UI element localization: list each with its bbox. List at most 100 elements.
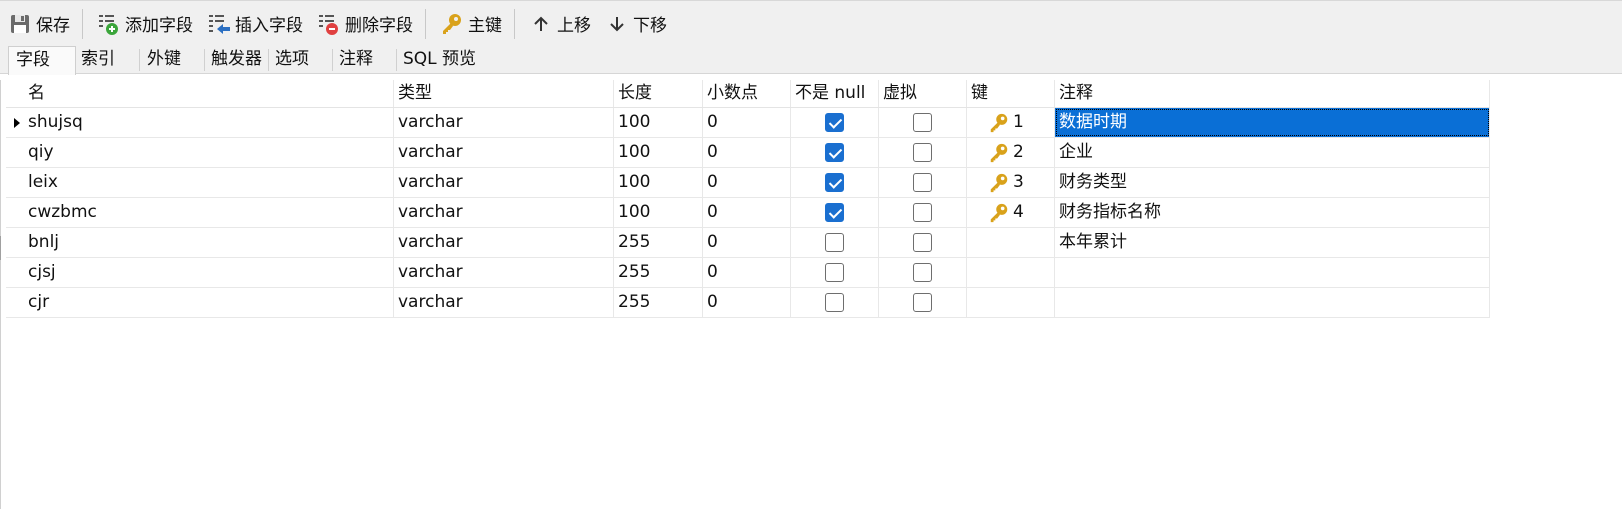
not-null-cell[interactable] — [791, 168, 879, 197]
not-null-cell[interactable] — [791, 258, 879, 287]
header-comment[interactable]: 注释 — [1055, 80, 1490, 107]
table-row[interactable]: qiy varchar 100 0 2 企业 — [6, 138, 1490, 168]
field-decimals-cell[interactable]: 0 — [703, 198, 791, 227]
field-name-cell[interactable]: cjsj — [24, 258, 394, 287]
not-null-checkbox[interactable] — [825, 293, 844, 312]
header-length[interactable]: 长度 — [614, 80, 703, 107]
virtual-checkbox[interactable] — [913, 113, 932, 132]
table-row[interactable]: cjr varchar 255 0 — [6, 288, 1490, 318]
tab-fields[interactable]: 字段 — [8, 46, 76, 75]
add-field-button[interactable]: 添加字段 — [89, 4, 199, 44]
move-down-button[interactable]: 下移 — [597, 4, 673, 44]
field-name-cell[interactable]: cjr — [24, 288, 394, 317]
not-null-checkbox[interactable] — [825, 113, 844, 132]
not-null-checkbox[interactable] — [825, 263, 844, 282]
field-length-cell[interactable]: 100 — [614, 168, 703, 197]
header-decimals[interactable]: 小数点 — [703, 80, 791, 107]
header-virtual[interactable]: 虚拟 — [879, 80, 967, 107]
not-null-checkbox[interactable] — [825, 173, 844, 192]
key-cell[interactable]: 2 — [967, 138, 1055, 167]
key-cell[interactable]: 4 — [967, 198, 1055, 227]
field-decimals-cell[interactable]: 0 — [703, 108, 791, 137]
table-row[interactable]: leix varchar 100 0 3 财务类型 — [6, 168, 1490, 198]
field-name-cell[interactable]: leix — [24, 168, 394, 197]
tab-foreign-keys[interactable]: 外键 — [140, 46, 204, 74]
field-length-cell[interactable]: 100 — [614, 198, 703, 227]
key-cell[interactable] — [967, 288, 1055, 317]
field-name-cell[interactable]: bnlj — [24, 228, 394, 257]
virtual-cell[interactable] — [879, 138, 967, 167]
row-indicator[interactable] — [6, 168, 24, 197]
field-type-cell[interactable]: varchar — [394, 228, 614, 257]
field-comment-cell[interactable] — [1055, 258, 1490, 287]
not-null-checkbox[interactable] — [825, 143, 844, 162]
field-comment-cell[interactable] — [1055, 288, 1490, 317]
tab-sql-preview[interactable]: SQL 预览 — [396, 46, 486, 74]
primary-key-button[interactable]: 主键 — [432, 4, 508, 44]
not-null-cell[interactable] — [791, 228, 879, 257]
header-key[interactable]: 键 — [967, 80, 1055, 107]
field-name-cell[interactable]: shujsq — [24, 108, 394, 137]
key-cell[interactable] — [967, 258, 1055, 287]
field-comment-cell[interactable]: 财务类型 — [1055, 168, 1490, 197]
field-comment-cell[interactable]: 财务指标名称 — [1055, 198, 1490, 227]
tab-options[interactable]: 选项 — [268, 46, 332, 74]
field-length-cell[interactable]: 255 — [614, 228, 703, 257]
key-cell[interactable]: 3 — [967, 168, 1055, 197]
not-null-cell[interactable] — [791, 138, 879, 167]
row-indicator[interactable] — [6, 288, 24, 317]
field-type-cell[interactable]: varchar — [394, 168, 614, 197]
virtual-checkbox[interactable] — [913, 233, 932, 252]
key-cell[interactable]: 1 — [967, 108, 1055, 137]
save-button[interactable]: 保存 — [0, 4, 76, 44]
splitter-handle[interactable] — [0, 236, 1, 260]
tab-triggers[interactable]: 触发器 — [204, 46, 268, 74]
field-type-cell[interactable]: varchar — [394, 258, 614, 287]
key-cell[interactable] — [967, 228, 1055, 257]
field-type-cell[interactable]: varchar — [394, 108, 614, 137]
field-length-cell[interactable]: 255 — [614, 258, 703, 287]
virtual-cell[interactable] — [879, 168, 967, 197]
row-indicator[interactable] — [6, 228, 24, 257]
virtual-checkbox[interactable] — [913, 293, 932, 312]
table-row[interactable]: cwzbmc varchar 100 0 4 财务指标名称 — [6, 198, 1490, 228]
row-indicator[interactable] — [6, 198, 24, 227]
field-type-cell[interactable]: varchar — [394, 138, 614, 167]
field-comment-cell[interactable]: 数据时期 — [1055, 108, 1490, 137]
field-decimals-cell[interactable]: 0 — [703, 168, 791, 197]
not-null-cell[interactable] — [791, 108, 879, 137]
field-decimals-cell[interactable]: 0 — [703, 138, 791, 167]
field-length-cell[interactable]: 100 — [614, 108, 703, 137]
field-decimals-cell[interactable]: 0 — [703, 258, 791, 287]
tab-comment[interactable]: 注释 — [332, 46, 396, 74]
virtual-cell[interactable] — [879, 198, 967, 227]
field-type-cell[interactable]: varchar — [394, 198, 614, 227]
field-comment-cell[interactable]: 企业 — [1055, 138, 1490, 167]
virtual-checkbox[interactable] — [913, 263, 932, 282]
table-row[interactable]: cjsj varchar 255 0 — [6, 258, 1490, 288]
virtual-checkbox[interactable] — [913, 173, 932, 192]
insert-field-button[interactable]: 插入字段 — [199, 4, 309, 44]
field-name-cell[interactable]: qiy — [24, 138, 394, 167]
header-type[interactable]: 类型 — [394, 80, 614, 107]
field-decimals-cell[interactable]: 0 — [703, 228, 791, 257]
virtual-cell[interactable] — [879, 288, 967, 317]
field-comment-cell[interactable]: 本年累计 — [1055, 228, 1490, 257]
virtual-cell[interactable] — [879, 108, 967, 137]
delete-field-button[interactable]: 删除字段 — [309, 4, 419, 44]
table-row[interactable]: bnlj varchar 255 0 本年累计 — [6, 228, 1490, 258]
not-null-cell[interactable] — [791, 198, 879, 227]
virtual-checkbox[interactable] — [913, 143, 932, 162]
virtual-cell[interactable] — [879, 228, 967, 257]
row-indicator[interactable] — [6, 138, 24, 167]
virtual-checkbox[interactable] — [913, 203, 932, 222]
row-indicator[interactable] — [6, 258, 24, 287]
header-name[interactable]: 名 — [24, 80, 394, 107]
table-row[interactable]: shujsq varchar 100 0 1 数据时期 — [6, 108, 1490, 138]
tab-indexes[interactable]: 索引 — [74, 46, 140, 74]
not-null-checkbox[interactable] — [825, 203, 844, 222]
not-null-checkbox[interactable] — [825, 233, 844, 252]
not-null-cell[interactable] — [791, 288, 879, 317]
field-length-cell[interactable]: 100 — [614, 138, 703, 167]
header-not-null[interactable]: 不是 null — [791, 80, 879, 107]
